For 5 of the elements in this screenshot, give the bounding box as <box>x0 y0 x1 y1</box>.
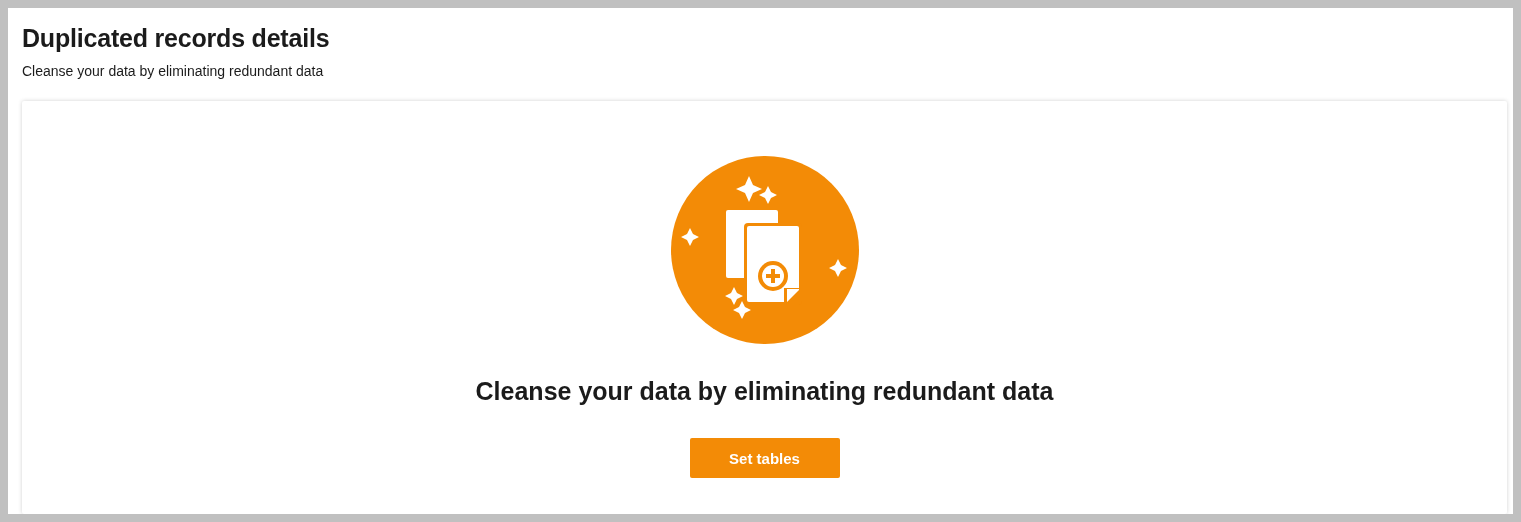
page-title: Duplicated records details <box>22 23 331 54</box>
empty-state-heading: Cleanse your data by eliminating redundant data <box>475 376 1054 407</box>
documents-sparkle-icon <box>670 156 859 344</box>
page-subtitle: Cleanse your data by eliminating redundant data <box>22 62 325 80</box>
set-tables-button[interactable]: Set tables <box>689 438 840 478</box>
